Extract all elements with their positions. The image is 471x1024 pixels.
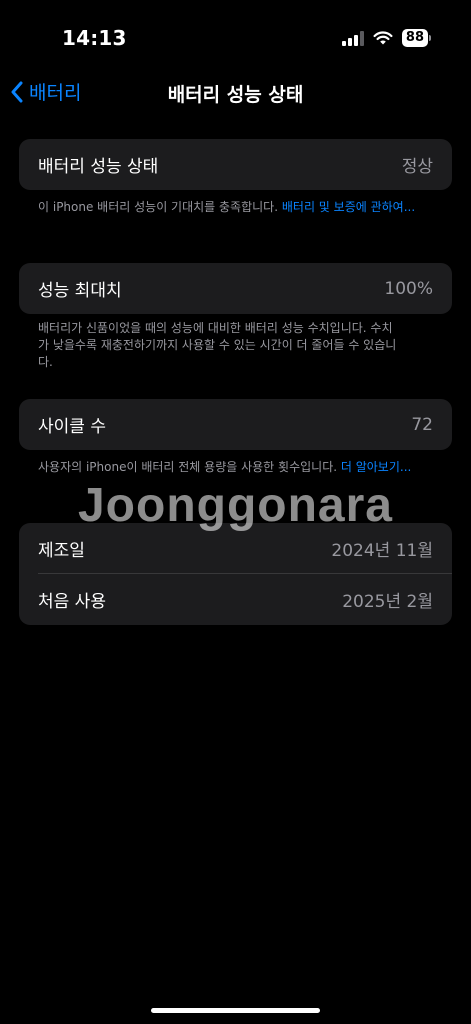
warranty-link[interactable]: 배터리 및 보증에 관하여... bbox=[282, 200, 415, 214]
cycle-count-footnote-text: 사용자의 iPhone이 배터리 전체 용량을 사용한 횟수입니다. bbox=[38, 460, 341, 474]
dates-card: 제조일 2024년 11월 처음 사용 2025년 2월 bbox=[19, 523, 452, 625]
chevron-left-icon bbox=[11, 81, 23, 102]
cycle-count-card: 사이클 수 72 bbox=[19, 399, 452, 450]
watermark: Joonggonara bbox=[77, 479, 393, 532]
status-bar: 14:13 88 bbox=[0, 0, 471, 60]
first-use-row: 처음 사용 2025년 2월 bbox=[19, 574, 452, 625]
cellular-signal-icon bbox=[341, 30, 364, 46]
max-capacity-label: 성능 최대치 bbox=[38, 281, 122, 301]
cycle-count-value: 72 bbox=[411, 414, 433, 435]
max-capacity-card: 성능 최대치 100% bbox=[19, 263, 452, 314]
health-row: 배터리 성능 상태 정상 bbox=[19, 139, 452, 190]
navigation-bar: 배터리 배터리 성능 상태 bbox=[0, 70, 471, 114]
cycle-count-footnote: 사용자의 iPhone이 배터리 전체 용량을 사용한 횟수입니다. 더 알아보… bbox=[38, 459, 418, 476]
health-footnote-text: 이 iPhone 배터리 성능이 기대치를 충족합니다. bbox=[38, 200, 282, 214]
health-label: 배터리 성능 상태 bbox=[38, 157, 159, 177]
first-use-value: 2025년 2월 bbox=[342, 592, 433, 612]
health-footnote: 이 iPhone 배터리 성능이 기대치를 충족합니다. 배터리 및 보증에 관… bbox=[38, 199, 418, 216]
manufactured-value: 2024년 11월 bbox=[331, 541, 433, 561]
max-capacity-row: 성능 최대치 100% bbox=[19, 263, 452, 314]
back-button[interactable]: 배터리 bbox=[10, 78, 81, 105]
cycle-count-row: 사이클 수 72 bbox=[19, 399, 452, 450]
cycle-count-label: 사이클 수 bbox=[38, 417, 106, 437]
max-capacity-footnote: 배터리가 신품이었을 때의 성능에 대비한 배터리 성능 수치입니다. 수치가 … bbox=[38, 321, 397, 369]
health-card: 배터리 성능 상태 정상 bbox=[19, 139, 452, 190]
home-indicator[interactable] bbox=[151, 1008, 320, 1013]
battery-level: 88 bbox=[401, 29, 428, 47]
learn-more-link[interactable]: 더 알아보기... bbox=[341, 460, 411, 474]
status-time: 14:13 bbox=[62, 26, 127, 50]
battery-icon: 88 bbox=[401, 29, 431, 47]
manufactured-label: 제조일 bbox=[38, 541, 85, 561]
status-icons: 88 bbox=[341, 29, 431, 47]
back-label: 배터리 bbox=[29, 82, 82, 104]
first-use-label: 처음 사용 bbox=[38, 592, 106, 612]
max-capacity-value: 100% bbox=[384, 278, 433, 299]
health-value: 정상 bbox=[401, 157, 433, 177]
wifi-icon bbox=[373, 30, 393, 44]
